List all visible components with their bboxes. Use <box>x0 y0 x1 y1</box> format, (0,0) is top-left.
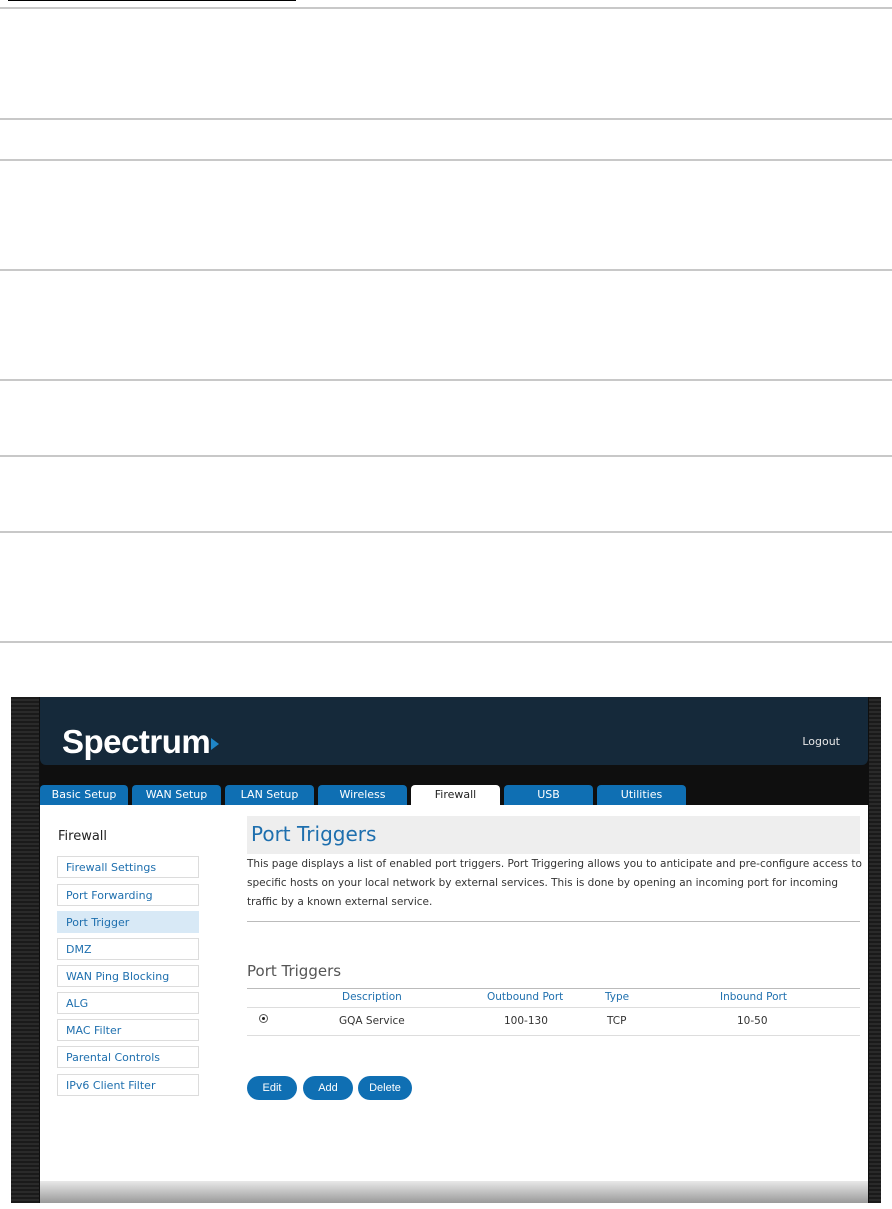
column-header-description: Description <box>342 991 402 1003</box>
column-header-outbound-port: Outbound Port <box>487 991 564 1003</box>
page-description: This page displays a list of enabled por… <box>247 858 862 908</box>
table-row-rule <box>247 1035 860 1036</box>
radio-icon[interactable] <box>259 1014 268 1023</box>
cell-description: GQA Service <box>339 1015 405 1027</box>
edit-button[interactable]: Edit <box>247 1076 297 1100</box>
document-table-line <box>0 531 892 533</box>
table-row-rule <box>247 1007 860 1008</box>
frame-border-left <box>11 697 39 1203</box>
sidebar-item-port-forwarding[interactable]: Port Forwarding <box>57 884 199 906</box>
sidebar-item-parental-controls[interactable]: Parental Controls <box>57 1046 199 1068</box>
document-table-line <box>0 7 892 9</box>
sidebar-title: Firewall <box>58 829 108 844</box>
sidebar-item-ipv6-client-filter[interactable]: IPv6 Client Filter <box>57 1074 199 1096</box>
cell-type: TCP <box>607 1015 627 1027</box>
brand-logo: Spectrum <box>62 723 220 761</box>
page-title-bar: Port Triggers <box>247 816 860 854</box>
document-table-line <box>0 118 892 120</box>
screenshot-frame: Spectrum Logout Basic Setup WAN Setup LA… <box>11 697 881 1203</box>
divider <box>247 921 860 922</box>
brand-name: Spectrum <box>62 723 211 760</box>
cell-inbound-port: 10-50 <box>737 1015 768 1027</box>
sidebar-item-port-trigger[interactable]: Port Trigger <box>57 911 199 933</box>
column-header-inbound-port: Inbound Port <box>720 991 787 1003</box>
section-title: Port Triggers <box>247 962 342 980</box>
page-title: Port Triggers <box>251 822 377 846</box>
tab-lan-setup[interactable]: LAN Setup <box>225 785 314 805</box>
tab-wan-setup[interactable]: WAN Setup <box>132 785 221 805</box>
app-header: Spectrum Logout <box>40 697 868 765</box>
add-button[interactable]: Add <box>303 1076 353 1100</box>
document-table-line <box>0 159 892 161</box>
logout-link[interactable]: Logout <box>802 735 840 748</box>
sidebar-item-mac-filter[interactable]: MAC Filter <box>57 1019 199 1041</box>
table-header-rule <box>247 988 860 989</box>
sidebar-item-dmz[interactable]: DMZ <box>57 938 199 960</box>
content-panel: Firewall Firewall Settings Port Forwardi… <box>40 805 868 1181</box>
tab-utilities[interactable]: Utilities <box>597 785 686 805</box>
delete-button[interactable]: Delete <box>358 1076 412 1100</box>
document-top-rule <box>8 0 296 1</box>
tab-wireless[interactable]: Wireless <box>318 785 407 805</box>
cell-outbound-port: 100-130 <box>504 1015 548 1027</box>
document-table-line <box>0 641 892 643</box>
document-table-line <box>0 455 892 457</box>
sidebar-item-firewall-settings[interactable]: Firewall Settings <box>57 856 199 878</box>
sidebar-item-alg[interactable]: ALG <box>57 992 199 1014</box>
tab-basic-setup[interactable]: Basic Setup <box>40 785 128 805</box>
footer-bar <box>40 1181 868 1203</box>
tab-usb[interactable]: USB <box>504 785 593 805</box>
frame-border-right <box>869 697 881 1203</box>
column-header-type: Type <box>605 991 630 1003</box>
play-triangle-icon <box>211 738 220 751</box>
tab-firewall[interactable]: Firewall <box>411 785 500 805</box>
sidebar-item-wan-ping-blocking[interactable]: WAN Ping Blocking <box>57 965 199 987</box>
document-table-line <box>0 269 892 271</box>
document-table-line <box>0 379 892 381</box>
